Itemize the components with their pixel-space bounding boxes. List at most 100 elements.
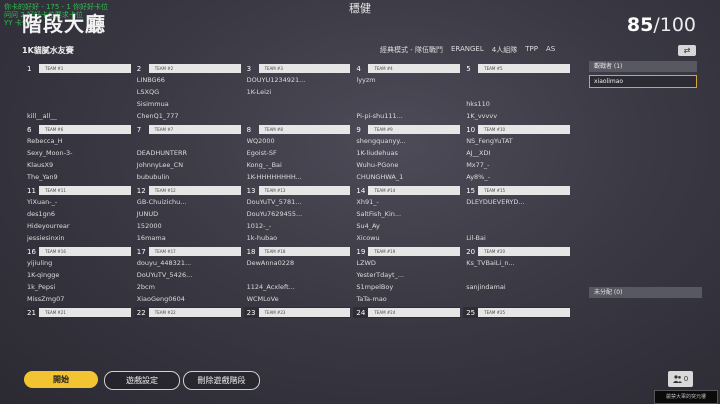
player-slot[interactable]: LZWD [353,257,460,269]
player-slot[interactable]: 152000 [134,220,241,232]
player-slot[interactable]: DOUYU1234921... [244,74,351,86]
player-slot[interactable] [24,98,131,110]
player-slot[interactable]: Pi-pi-shu111... [353,110,460,122]
team-header[interactable]: 16 TEAM #16 [24,246,131,257]
player-slot[interactable]: 1012-_- [244,220,351,232]
player-slot[interactable]: WCMLoVe [244,293,351,305]
team-header[interactable]: 22 TEAM #22 [133,307,241,318]
player-slot[interactable]: JohnnyLee_CN [134,159,241,171]
player-slot[interactable]: Xh91_- [353,196,460,208]
player-slot[interactable]: WQ2000 [244,135,351,147]
player-slot[interactable] [463,86,570,98]
player-slot[interactable]: GB-Chuizichu... [134,196,241,208]
team-header[interactable]: 24 TEAM #24 [353,307,461,318]
team-header[interactable]: 19 TEAM #19 [353,246,461,257]
player-slot[interactable]: KlausX9 [24,159,131,171]
player-slot[interactable]: 1K_vvvvv [463,110,570,122]
team-header[interactable]: 6 TEAM #6 [24,124,131,135]
player-slot[interactable]: SaltFish_Kin... [353,208,460,220]
observer-slot[interactable]: xiaolimao [589,75,697,88]
player-slot[interactable]: des1gn6 [24,208,131,220]
team-header[interactable]: 8 TEAM #8 [244,124,351,135]
start-button[interactable]: 開始 [24,371,98,388]
team-header[interactable]: 14 TEAM #14 [353,185,461,196]
team-header[interactable]: 3 TEAM #3 [244,63,351,74]
player-slot[interactable]: AJ__XDI [463,147,570,159]
team-header[interactable]: 1 TEAM #1 [24,63,131,74]
player-slot[interactable] [244,98,351,110]
team-header[interactable]: 21 TEAM #21 [24,307,131,318]
team-header[interactable]: 9 TEAM #9 [353,124,461,135]
player-slot[interactable]: 1k_Pepsi [24,281,131,293]
team-header[interactable]: 18 TEAM #18 [244,246,351,257]
team-header[interactable]: 25 TEAM #25 [463,307,570,318]
player-slot[interactable]: Hideyourrear [24,220,131,232]
team-header[interactable]: 4 TEAM #4 [353,63,461,74]
game-settings-button[interactable]: 遊戲設定 [104,371,180,390]
player-slot[interactable]: DoUYuTV_5426... [134,269,241,281]
team-header[interactable]: 5 TEAM #5 [463,63,570,74]
player-slot[interactable]: Ay8%_- [463,171,570,183]
player-slot[interactable]: TaTa-mao [353,293,460,305]
team-header[interactable]: 20 TEAM #20 [463,246,570,257]
player-slot[interactable]: 2bcm [134,281,241,293]
player-slot[interactable]: 1K-qingge [24,269,131,281]
friends-button[interactable]: 0 [668,371,693,387]
player-slot[interactable]: LINBG66 [134,74,241,86]
player-slot[interactable]: Lil-Bai [463,232,570,244]
unassigned-header[interactable]: 未分配 (0) [589,287,702,298]
team-header[interactable]: 17 TEAM #17 [134,246,241,257]
team-header[interactable]: 12 TEAM #12 [134,185,241,196]
player-slot[interactable]: Mx77_- [463,159,570,171]
player-slot[interactable]: Xicowu [353,232,460,244]
player-slot[interactable] [24,74,131,86]
player-slot[interactable]: DEADHUNTERR [134,147,241,159]
player-slot[interactable]: 1K-Leizi [244,86,351,98]
player-slot[interactable] [24,86,131,98]
player-slot[interactable]: Sexy_Moon-3- [24,147,131,159]
team-header[interactable]: 2 TEAM #2 [134,63,241,74]
player-slot[interactable] [353,98,460,110]
delete-session-button[interactable]: 刪除遊戲階段 [183,371,260,390]
player-slot[interactable]: LSXQG [134,86,241,98]
player-slot[interactable]: Rebecca_H [24,135,131,147]
player-slot[interactable]: XiaoGeng0604 [134,293,241,305]
player-slot[interactable]: Sisimmua [134,98,241,110]
player-slot[interactable]: douyu_448321... [134,257,241,269]
player-slot[interactable]: Egoist-SF [244,147,351,159]
player-slot[interactable]: DouYu7629455... [244,208,351,220]
player-slot[interactable]: DLEYDUEVERYD... [463,196,570,208]
player-slot[interactable]: yijiuling [24,257,131,269]
player-slot[interactable]: Su4_Ay [353,220,460,232]
observers-header[interactable]: 觀戰者 (1) [589,61,697,72]
player-slot[interactable]: DouYuTV_5781... [244,196,351,208]
player-slot[interactable] [244,110,351,122]
player-slot[interactable]: Wuhu-PGone [353,159,460,171]
player-slot[interactable] [463,74,570,86]
team-header[interactable]: 10 TEAM #10 [463,124,570,135]
team-header[interactable]: 23 TEAM #23 [243,307,351,318]
player-slot[interactable]: kill__all__ [24,110,131,122]
player-slot[interactable]: shengquanyy... [353,135,460,147]
player-slot[interactable] [463,220,570,232]
player-slot[interactable] [463,293,570,305]
player-slot[interactable]: The_Yan9 [24,171,131,183]
player-slot[interactable]: 16mama [134,232,241,244]
player-slot[interactable]: MissZmg07 [24,293,131,305]
player-slot[interactable] [353,86,460,98]
player-slot[interactable] [463,208,570,220]
player-slot[interactable]: 1k-hubao [244,232,351,244]
player-slot[interactable]: CHUNGHWA_1 [353,171,460,183]
team-header[interactable]: 11 TEAM #11 [24,185,131,196]
player-slot[interactable]: ChenQ1_777 [134,110,241,122]
player-slot[interactable]: 1124_Acxleft... [244,281,351,293]
swap-icon[interactable]: ⇄ [678,45,696,56]
team-header[interactable]: 7 TEAM #7 [134,124,241,135]
player-slot[interactable]: sanjindamai [463,281,570,293]
player-slot[interactable]: jessiesinxin [24,232,131,244]
player-slot[interactable]: NS_FengYuTAT [463,135,570,147]
player-slot[interactable]: YesterTdayt_... [353,269,460,281]
player-slot[interactable]: 1K-liudehuas [353,147,460,159]
player-slot[interactable]: Ks_TVBaiLi_n... [463,257,570,269]
team-header[interactable]: 15 TEAM #15 [463,185,570,196]
